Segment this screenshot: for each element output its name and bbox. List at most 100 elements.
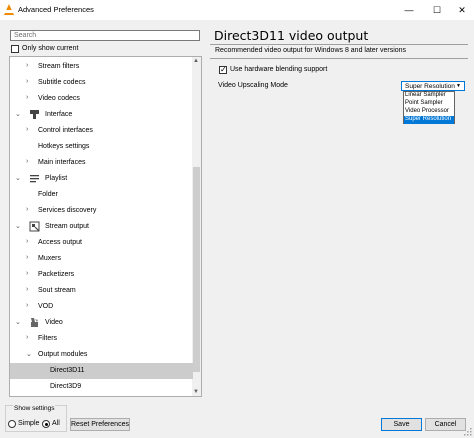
panel-title: Direct3D11 video output	[214, 28, 369, 43]
maximize-button[interactable]: ☐	[424, 0, 450, 20]
upscaling-mode-label: Video Upscaling Mode	[218, 82, 288, 89]
tree-item[interactable]: › Stream filters	[10, 59, 193, 75]
scroll-thumb[interactable]	[193, 167, 200, 372]
tree-item-label: Stream output	[45, 223, 89, 230]
description-divider	[210, 58, 468, 59]
chevron-down-icon[interactable]: ⌄	[26, 350, 32, 358]
chevron-down-icon[interactable]: ⌄	[15, 318, 21, 326]
scroll-up-icon[interactable]: ▲	[193, 58, 199, 64]
stream-output-icon	[29, 221, 40, 232]
tree-item-label: Sout stream	[38, 287, 76, 294]
tree-item-label: Playlist	[45, 175, 68, 182]
window-title: Advanced Preferences	[18, 5, 94, 14]
tree-item-label: Hotkeys settings	[38, 143, 90, 150]
all-radio[interactable]	[42, 420, 50, 428]
simple-radio[interactable]	[8, 420, 16, 428]
chevron-right-icon[interactable]: ›	[26, 334, 28, 341]
hardware-blending-checkbox[interactable]	[219, 65, 227, 74]
chevron-right-icon[interactable]: ›	[26, 238, 28, 245]
reset-preferences-button[interactable]: Reset Preferences	[70, 418, 130, 431]
chevron-down-icon[interactable]: ⌄	[15, 110, 21, 118]
tree-item[interactable]: › VOD	[10, 299, 193, 315]
chevron-right-icon[interactable]: ›	[26, 62, 28, 69]
tree-item-label: Stream filters	[38, 63, 80, 70]
chevron-right-icon[interactable]: ›	[26, 78, 28, 85]
chevron-right-icon[interactable]: ›	[26, 206, 28, 213]
chevron-down-icon[interactable]: ⌄	[15, 174, 21, 182]
tree-item-label: Access output	[38, 239, 82, 246]
minimize-button[interactable]: —	[396, 0, 422, 20]
tree-item[interactable]: ⌄ Video	[10, 315, 193, 331]
tree-item[interactable]: › Sout stream	[10, 283, 193, 299]
upscaling-mode-select[interactable]: Super Resolution ▼	[401, 81, 465, 91]
tree-item[interactable]: Direct3D9	[10, 379, 193, 395]
tree-item[interactable]: › Video codecs	[10, 91, 193, 107]
tree-item-label: Control interfaces	[38, 127, 93, 134]
upscaling-option[interactable]: Video Processor	[404, 108, 454, 116]
tree-item-label: Direct3D9	[50, 383, 82, 390]
tree-item-label: Output modules	[38, 351, 88, 358]
tree-item-label: Video codecs	[38, 95, 80, 102]
preferences-tree[interactable]: ▲ ▼ › Stream filters › Subtitle codecs › Vide…	[9, 56, 202, 397]
save-button[interactable]: Save	[381, 418, 422, 431]
vlc-cone-icon	[4, 4, 14, 15]
tree-item[interactable]: › Subtitle codecs	[10, 75, 193, 91]
only-show-current-checkbox[interactable]	[11, 45, 19, 53]
hardware-blending-label: Use hardware blending support	[230, 66, 328, 73]
title-bar: Advanced Preferences — ☐ ✕	[0, 0, 474, 20]
tree-item-label: Direct3D11	[50, 367, 85, 374]
tree-item-label: Video	[45, 319, 63, 326]
tree-item[interactable]: Hotkeys settings	[10, 139, 193, 155]
chevron-right-icon[interactable]: ›	[26, 286, 28, 293]
tree-item-label: Interface	[45, 111, 73, 118]
tree-item-label: Main interfaces	[38, 159, 86, 166]
tree-item-label: VOD	[38, 303, 54, 310]
chevron-right-icon[interactable]: ›	[26, 94, 28, 101]
upscaling-option[interactable]: Point Sampler	[404, 100, 454, 108]
tree-item[interactable]: › Main interfaces	[10, 155, 193, 171]
chevron-right-icon[interactable]: ›	[26, 254, 28, 261]
chevron-right-icon[interactable]: ›	[26, 302, 28, 309]
only-show-current-label: Only show current	[22, 45, 79, 52]
upscaling-selected-value: Super Resolution	[405, 83, 455, 90]
cancel-button[interactable]: Cancel	[425, 418, 466, 431]
chevron-right-icon[interactable]: ›	[26, 158, 28, 165]
tree-item-label: Folder	[38, 191, 58, 198]
interface-icon	[29, 109, 40, 120]
scroll-down-icon[interactable]: ▼	[193, 389, 199, 395]
tree-item[interactable]: Folder	[10, 187, 193, 203]
upscaling-dropdown-list[interactable]: Linear Sampler Point Sampler Video Process…	[403, 91, 455, 124]
show-settings-legend: Show settings	[13, 405, 56, 412]
tree-item[interactable]: › Muxers	[10, 251, 193, 267]
video-icon	[29, 317, 40, 328]
tree-item[interactable]: › Access output	[10, 235, 193, 251]
tree-item[interactable]: › Services discovery	[10, 203, 193, 219]
tree-item[interactable]: ⌄ Interface	[10, 107, 193, 123]
tree-item[interactable]: › Packetizers	[10, 267, 193, 283]
chevron-down-icon: ▼	[456, 83, 461, 89]
tree-item[interactable]: › Control interfaces	[10, 123, 193, 139]
tree-item[interactable]: ⌄ Output modules	[10, 347, 193, 363]
tree-item-label: Muxers	[38, 255, 61, 262]
chevron-right-icon[interactable]: ›	[26, 126, 28, 133]
upscaling-option[interactable]: Super Resolution	[404, 116, 454, 124]
tree-item[interactable]: ⌄ Playlist	[10, 171, 193, 187]
all-radio-label: All	[52, 420, 60, 427]
resize-grip-icon[interactable]	[464, 428, 472, 436]
upscaling-option[interactable]: Linear Sampler	[404, 92, 454, 100]
tree-item-label: Packetizers	[38, 271, 75, 278]
playlist-icon	[29, 173, 40, 184]
tree-scrollbar[interactable]: ▲ ▼	[192, 57, 201, 396]
panel-description: Recommended video output for Windows 8 a…	[215, 47, 407, 54]
tree-item[interactable]: Direct3D11	[10, 363, 193, 379]
tree-item[interactable]: › Filters	[10, 331, 193, 347]
search-placeholder: Search	[14, 32, 37, 39]
tree-item-label: Filters	[38, 335, 58, 342]
search-input[interactable]: Search	[10, 30, 200, 41]
tree-item-label: Services discovery	[38, 207, 97, 214]
chevron-down-icon[interactable]: ⌄	[15, 222, 21, 230]
chevron-right-icon[interactable]: ›	[26, 270, 28, 277]
tree-item[interactable]: ⌄ Stream output	[10, 219, 193, 235]
close-button[interactable]: ✕	[449, 0, 474, 20]
tree-item-label: Subtitle codecs	[38, 79, 86, 86]
